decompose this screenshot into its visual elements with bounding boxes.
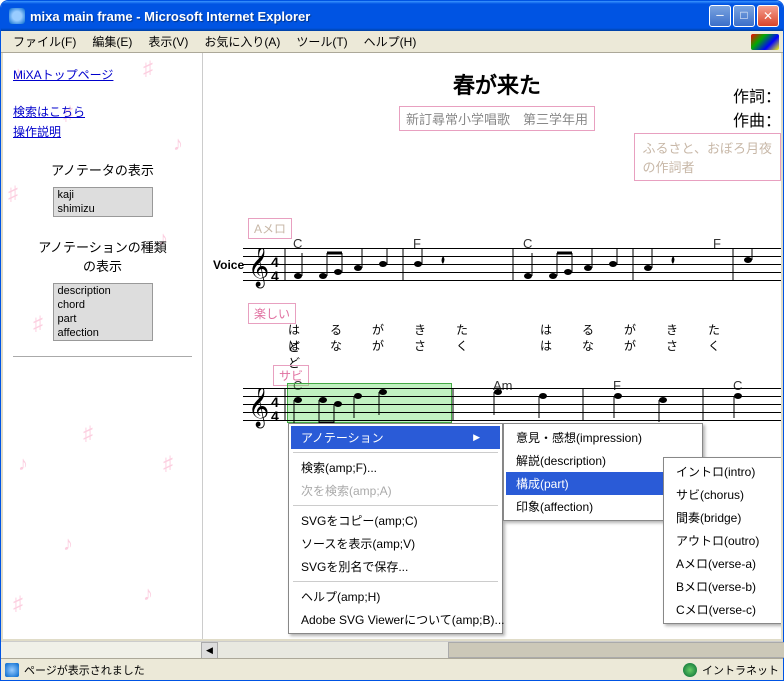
titlebar[interactable]: mixa main frame - Microsoft Internet Exp… (1, 1, 783, 31)
voice-label: Voice (213, 258, 244, 272)
window-buttons: ─ □ ✕ (709, 5, 779, 27)
horizontal-scrollbar[interactable]: ◀ ▶ (1, 641, 783, 658)
annotation-type-item[interactable]: affection (54, 326, 152, 340)
menu-view[interactable]: 表示(V) (140, 31, 196, 52)
annotator-display-title: アノテータの表示 (13, 160, 192, 179)
annotation-type-item[interactable]: chord (54, 298, 152, 312)
svg-text:𝄞: 𝄞 (248, 388, 269, 428)
close-button[interactable]: ✕ (757, 5, 779, 27)
ctx-help[interactable]: ヘルプ(amp;H) (291, 585, 500, 608)
ctx-about[interactable]: Adobe SVG Viewerについて(amp;B)... (291, 608, 500, 631)
sub2-verse-a[interactable]: Aメロ(verse-a) (666, 552, 781, 575)
sub1-impression[interactable]: 意見・感想(impression) (506, 426, 700, 449)
ie-icon (9, 8, 25, 24)
annotation-type-list[interactable]: description chord part affection (53, 283, 153, 341)
sub2-verse-c[interactable]: Cメロ(verse-c) (666, 598, 781, 621)
status-message: ページが表示されました (24, 662, 145, 678)
lyrics-row-2: はながさくはながさくど (273, 337, 781, 371)
status-icon (5, 663, 19, 677)
zone-indicator: イントラネット (683, 662, 779, 678)
menubar: ファイル(F) 編集(E) 表示(V) お気に入り(A) ツール(T) ヘルプ(… (1, 31, 783, 53)
sub2-chorus[interactable]: サビ(chorus) (666, 483, 781, 506)
svg-text:4: 4 (271, 268, 279, 284)
maximize-button[interactable]: □ (733, 5, 755, 27)
scroll-thumb[interactable] (448, 642, 784, 658)
ctx-svg-copy[interactable]: SVGをコピー(amp;C) (291, 509, 500, 532)
window-title: mixa main frame - Microsoft Internet Exp… (30, 9, 709, 24)
credits: 作詞： 作曲： (733, 83, 781, 131)
sidebar: ♪ ♯ ♯ ♪ ♯ ♪ ♯ ♪ ♯ ♪ ♯ ♪ ♯ ♪ MiXAトップページ 検… (3, 53, 203, 639)
minimize-button[interactable]: ─ (709, 5, 731, 27)
ctx-annotation[interactable]: アノテーション (291, 426, 500, 449)
svg-text:𝄞: 𝄞 (248, 248, 269, 288)
client-area: ♪ ♯ ♯ ♪ ♯ ♪ ♯ ♪ ♯ ♪ ♯ ♪ ♯ ♪ MiXAトップページ 検… (1, 53, 783, 641)
app-window: mixa main frame - Microsoft Internet Exp… (0, 0, 784, 681)
ie-logo-icon (751, 34, 779, 50)
song-subtitle: 新訂尋常小学唱歌 第三学年用 (399, 106, 595, 131)
annotator-list[interactable]: kaji shimizu (53, 187, 153, 217)
link-search[interactable]: 検索はこちら (13, 103, 192, 120)
annotation-types-title: アノテーションの種類 の表示 (13, 237, 192, 275)
sub2-verse-b[interactable]: Bメロ(verse-b) (666, 575, 781, 598)
ctx-search[interactable]: 検索(amp;F)... (291, 456, 500, 479)
sidebar-separator (13, 356, 192, 357)
link-top-page[interactable]: MiXAトップページ (13, 66, 192, 83)
menu-file[interactable]: ファイル(F) (5, 31, 84, 52)
staff-1: 𝄞 4 4 (243, 248, 781, 288)
svg-text:4: 4 (271, 408, 279, 424)
composer-note: ふるさと、おぼろ月夜 の作詞者 (634, 133, 781, 181)
ctx-search-next: 次を検索(amp;A) (291, 479, 500, 502)
annotation-type-item[interactable]: description (54, 284, 152, 298)
part-label-amelo: Aメロ (248, 218, 292, 239)
annotation-type-item[interactable]: part (54, 312, 152, 326)
ctx-view-source[interactable]: ソースを表示(amp;V) (291, 532, 500, 555)
menu-help[interactable]: ヘルプ(H) (356, 31, 425, 52)
scroll-left-button[interactable]: ◀ (201, 642, 218, 659)
statusbar: ページが表示されました イントラネット (1, 658, 783, 680)
song-title: 春が来た (213, 68, 781, 100)
context-menu[interactable]: アノテーション 検索(amp;F)... 次を検索(amp;A) SVGをコピー… (288, 423, 503, 634)
staff-2: 𝄞 4 4 (243, 388, 781, 428)
submenu-part[interactable]: イントロ(intro) サビ(chorus) 間奏(bridge) アウトロ(o… (663, 457, 781, 624)
intranet-icon (683, 663, 697, 677)
annotator-item[interactable]: shimizu (54, 202, 152, 216)
menu-tools[interactable]: ツール(T) (288, 31, 355, 52)
annotator-item[interactable]: kaji (54, 188, 152, 202)
main-content: 春が来た 新訂尋常小学唱歌 第三学年用 作詞： 作曲： ふるさと、おぼろ月夜 の… (203, 53, 781, 639)
sub2-bridge[interactable]: 間奏(bridge) (666, 506, 781, 529)
ctx-svg-saveas[interactable]: SVGを別名で保存... (291, 555, 500, 578)
scroll-track[interactable] (218, 642, 766, 658)
menu-edit[interactable]: 編集(E) (84, 31, 140, 52)
menu-favorites[interactable]: お気に入り(A) (196, 31, 288, 52)
sub2-outro[interactable]: アウトロ(outro) (666, 529, 781, 552)
link-help[interactable]: 操作説明 (13, 123, 192, 140)
sub2-intro[interactable]: イントロ(intro) (666, 460, 781, 483)
